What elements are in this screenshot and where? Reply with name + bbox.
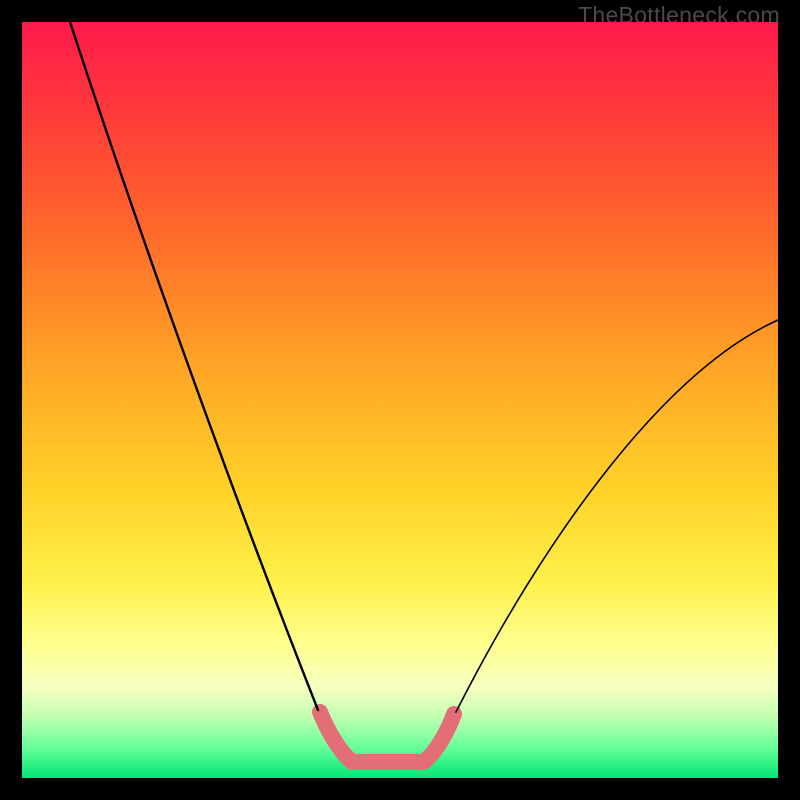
highlight-bottom-segment [320,712,454,762]
curve-left-arm [70,22,318,710]
plot-area [22,22,778,778]
curve-layer [22,22,778,778]
chart-frame: TheBottleneck.com [0,0,800,800]
curve-right-arm [456,320,778,712]
